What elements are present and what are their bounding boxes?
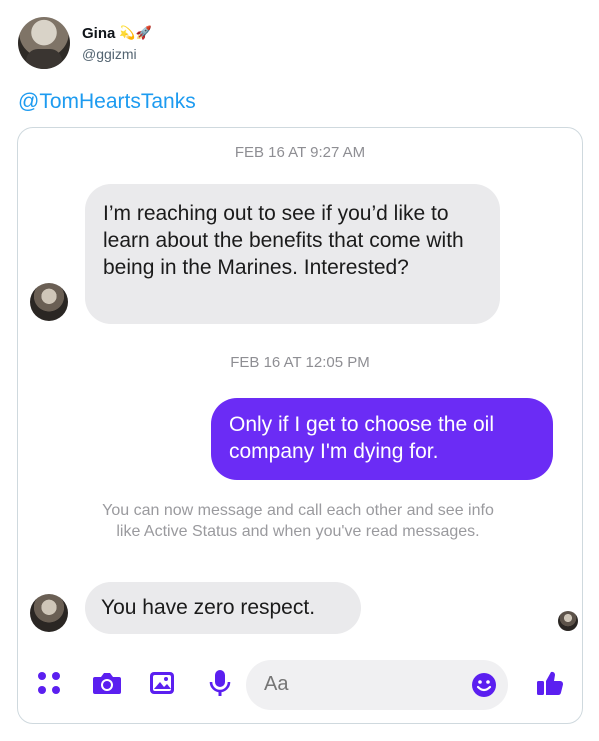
microphone-icon[interactable] xyxy=(203,666,237,700)
incoming-message-2: You have zero respect. xyxy=(85,582,361,634)
info-note: You can now message and call each other … xyxy=(102,502,494,540)
tweet-mention-link[interactable]: @TomHeartsTanks xyxy=(18,90,196,114)
incoming-message-1: I’m reaching out to see if you’d like to… xyxy=(85,184,500,324)
camera-icon[interactable] xyxy=(90,666,124,700)
gallery-icon[interactable] xyxy=(145,666,179,700)
sender-avatar-2 xyxy=(30,594,68,632)
composer-toolbar xyxy=(18,658,582,714)
tweet-header: Gina 💫🚀 @ggizmi xyxy=(18,16,152,70)
message-input[interactable] xyxy=(264,673,444,696)
sender-avatar xyxy=(30,283,68,321)
outgoing-message: Only if I get to choose the oil company … xyxy=(211,398,553,480)
user-avatar[interactable] xyxy=(18,17,70,69)
timestamp-2: FEB 16 AT 12:05 PM xyxy=(230,354,370,371)
name-row: Gina 💫🚀 xyxy=(82,25,152,42)
name-emojis: 💫🚀 xyxy=(119,25,152,40)
user-block: Gina 💫🚀 @ggizmi xyxy=(82,25,152,62)
display-name[interactable]: Gina xyxy=(82,25,115,42)
emoji-icon[interactable] xyxy=(468,669,500,701)
user-handle[interactable]: @ggizmi xyxy=(82,46,152,62)
thumbs-up-icon[interactable] xyxy=(533,666,567,700)
apps-icon[interactable] xyxy=(32,666,66,700)
seen-indicator-avatar xyxy=(558,611,578,631)
message-composer[interactable] xyxy=(246,660,508,710)
timestamp-1: FEB 16 AT 9:27 AM xyxy=(234,144,366,161)
messenger-screenshot: FEB 16 AT 9:27 AM I’m reaching out to se… xyxy=(17,127,583,724)
